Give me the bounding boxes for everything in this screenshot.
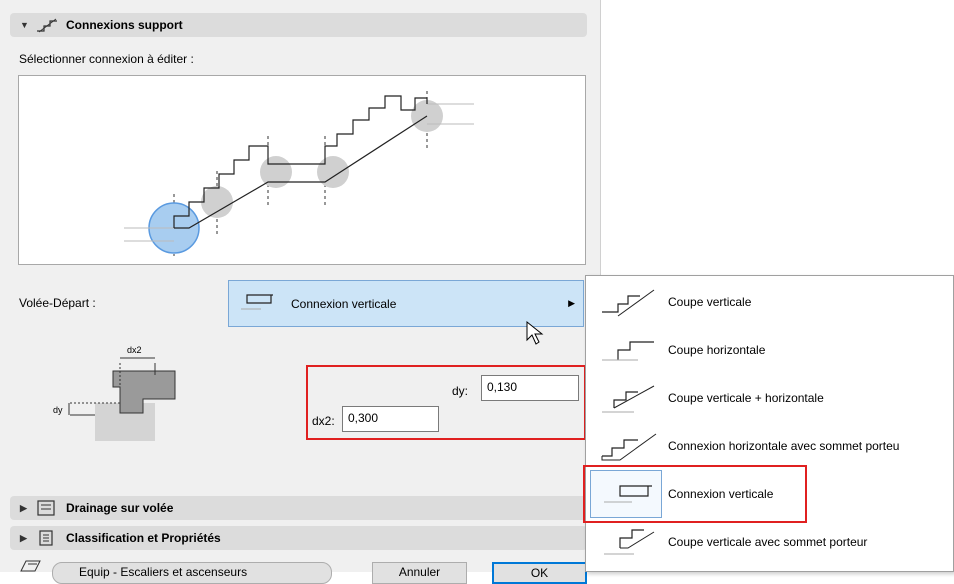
connection-preview [18,75,586,265]
layer-selector[interactable]: Equip - Escaliers et ascenseurs [52,562,332,584]
menu-item-coupe-verticale-horizontale[interactable]: Coupe verticale + horizontale [586,374,953,422]
dx2-input[interactable]: 0,300 [342,406,439,432]
menu-item-label: Coupe verticale [668,295,752,309]
mouse-cursor-icon [526,320,544,345]
dy-input[interactable]: 0,130 [481,375,579,401]
expand-down-icon: ▼ [20,20,29,30]
menu-item-connexion-horizontale-sommet[interactable]: Connexion horizontale avec sommet porteu [586,422,953,470]
menu-item-label: Coupe verticale + horizontale [668,391,824,405]
section-classification[interactable]: ▶ Classification et Propriétés [10,526,587,550]
connection-profile-diagram: dx2 dy [53,345,176,441]
section-title: Classification et Propriétés [66,531,221,545]
expand-right-icon: ▶ [20,502,27,513]
section-title: Connexions support [66,18,183,32]
connection-type-menu: Coupe verticale Coupe horizontale Coupe … [585,275,954,572]
section-title: Drainage sur volée [66,501,174,515]
cancel-button[interactable]: Annuler [372,562,467,584]
section-connexions-support[interactable]: ▼ Connexions support [10,13,587,37]
vertical-cut-icon [602,289,655,317]
vertical-bearing-cut-icon [604,529,655,555]
menu-item-coupe-verticale-sommet[interactable]: Coupe verticale avec sommet porteur [586,518,953,566]
drainage-icon [37,500,55,516]
vertical-connection-icon [241,293,273,309]
menu-item-coupe-verticale[interactable]: Coupe verticale [586,278,953,326]
layer-icon [20,560,41,572]
document-icon [39,530,53,546]
vertical-horizontal-cut-icon [602,385,655,413]
section-drainage[interactable]: ▶ Drainage sur volée [10,496,587,520]
dx2-label: dx2: [312,414,335,428]
diagram-dx2-label: dx2 [127,345,142,355]
menu-item-label: Connexion horizontale avec sommet porteu [668,439,900,453]
horizontal-cut-icon [602,341,654,361]
select-connection-label: Sélectionner connexion à éditer : [19,52,194,66]
menu-item-label: Coupe verticale avec sommet porteur [668,535,868,549]
ok-button[interactable]: OK [492,562,587,584]
flight-start-label: Volée-Départ : [19,296,96,310]
selected-option-highlight [583,465,807,523]
menu-item-label: Coupe horizontale [668,343,766,357]
diagram-dy-label: dy [53,405,63,415]
menu-item-coupe-horizontale[interactable]: Coupe horizontale [586,326,953,374]
stair-settings-dialog: ▼ Connexions support Sélectionner connex… [0,0,600,584]
submenu-arrow-icon: ▶ [568,298,575,308]
dropdown-value: Connexion verticale [291,296,397,311]
expand-right-icon: ▶ [20,532,27,543]
horizontal-bearing-connection-icon [601,433,657,461]
stair-connection-icon [37,18,57,33]
dy-label: dy: [452,384,469,398]
layer-name: Equip - Escaliers et ascenseurs [79,565,248,579]
